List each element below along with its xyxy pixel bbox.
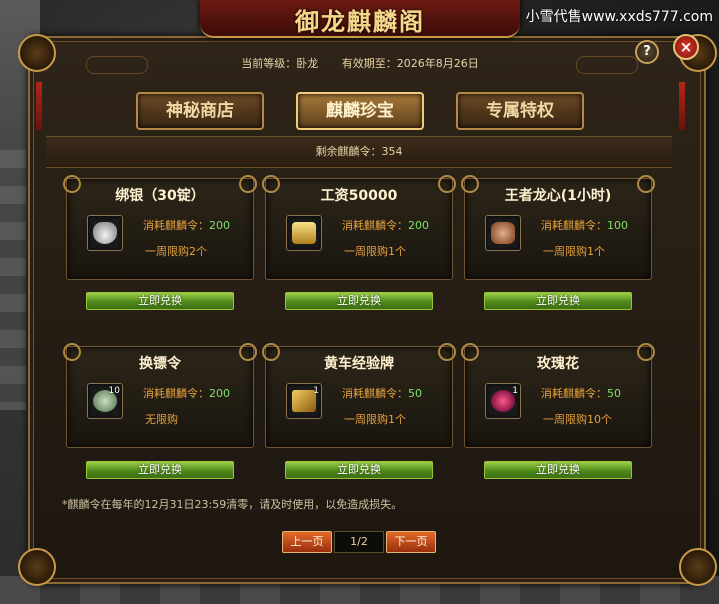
item-limit: 一周限购1个	[344, 413, 406, 426]
exchange-button[interactable]: 立即兑换	[285, 292, 433, 310]
item-cost: 消耗麒麟令：200	[342, 219, 429, 232]
item-card: 换镖令 10 消耗麒麟令：200 无限购	[63, 343, 257, 448]
rose-icon[interactable]: 1	[485, 383, 521, 419]
silver-ingot-icon[interactable]	[87, 215, 123, 251]
item-count: 1	[512, 386, 518, 396]
window-title: 御龙麒麟阁	[295, 7, 425, 36]
item-count: 10	[108, 386, 120, 396]
page-indicator: 1/2	[334, 531, 384, 553]
status-info-bar: 当前等级：卧龙 有效期至：2026年8月26日	[60, 52, 660, 76]
item-limit: 一周限购2个	[145, 245, 207, 258]
item-card: 王者龙心(1小时) 消耗麒麟令：100 一周限购1个	[461, 175, 655, 280]
exchange-button[interactable]: 立即兑换	[86, 461, 234, 479]
tab-exclusive-privilege[interactable]: 专属特权	[456, 92, 584, 130]
item-limit: 无限购	[145, 413, 178, 426]
expiry-date: 有效期至：2026年8月26日	[341, 57, 479, 70]
title-banner: 御龙麒麟阁	[200, 0, 520, 38]
item-card: 绑银（30锭） 消耗麒麟令：200 一周限购2个	[63, 175, 257, 280]
item-name: 工资50000	[320, 188, 398, 204]
item-card: 工资50000 消耗麒麟令：200 一周限购1个	[262, 175, 456, 280]
item-limit: 一周限购10个	[543, 413, 612, 426]
exchange-button[interactable]: 立即兑换	[285, 461, 433, 479]
exchange-button[interactable]: 立即兑换	[484, 292, 632, 310]
item-name: 黄车经验牌	[324, 356, 394, 372]
gold-scroll-icon[interactable]	[286, 215, 322, 251]
item-card: 黄车经验牌 1 消耗麒麟令：50 一周限购1个	[262, 343, 456, 448]
tab-mystery-shop[interactable]: 神秘商店	[136, 92, 264, 130]
item-cost: 消耗麒麟令：200	[143, 219, 230, 232]
item-card: 玫瑰花 1 消耗麒麟令：50 一周限购10个	[461, 343, 655, 448]
item-name: 绑银（30锭）	[115, 188, 205, 204]
exchange-button[interactable]: 立即兑换	[86, 292, 234, 310]
corner-ornament-icon	[18, 548, 56, 586]
item-name: 玫瑰花	[537, 356, 579, 372]
tassel-icon	[679, 82, 685, 130]
jade-token-icon[interactable]: 10	[87, 383, 123, 419]
exchange-button[interactable]: 立即兑换	[484, 461, 632, 479]
watermark-text: 小雪代售www.xxds777.com	[525, 9, 713, 25]
corner-ornament-icon	[18, 34, 56, 72]
dragon-heart-icon[interactable]	[485, 215, 521, 251]
close-button[interactable]: ×	[673, 34, 699, 60]
cart-plaque-icon[interactable]: 1	[286, 383, 322, 419]
item-name: 王者龙心(1小时)	[504, 188, 612, 204]
next-page-button[interactable]: 下一页	[386, 531, 436, 553]
item-cost: 消耗麒麟令：50	[541, 387, 621, 400]
item-count: 1	[313, 386, 319, 396]
current-level: 当前等级：卧龙	[241, 57, 319, 70]
prev-page-button[interactable]: 上一页	[282, 531, 332, 553]
item-name: 换镖令	[139, 356, 181, 372]
item-limit: 一周限购1个	[543, 245, 605, 258]
item-cost: 消耗麒麟令：200	[143, 387, 230, 400]
remaining-tokens: 剩余麒麟令：354	[46, 136, 672, 168]
corner-ornament-icon	[679, 548, 717, 586]
background-stripe	[0, 150, 26, 410]
tassel-icon	[36, 82, 42, 130]
tab-qilin-treasure[interactable]: 麒麟珍宝	[296, 92, 424, 130]
reset-notice: *麒麟令在每年的12月31日23:59清零，请及时使用，以免造成损失。	[62, 498, 403, 511]
item-cost: 消耗麒麟令：100	[541, 219, 628, 232]
item-cost: 消耗麒麟令：50	[342, 387, 422, 400]
item-limit: 一周限购1个	[344, 245, 406, 258]
